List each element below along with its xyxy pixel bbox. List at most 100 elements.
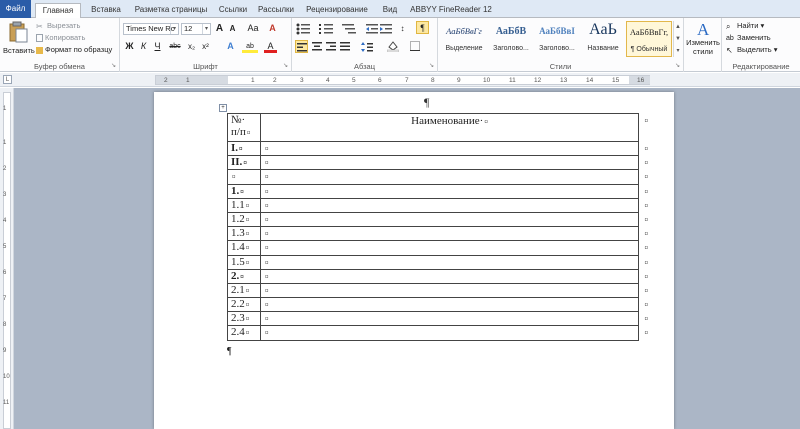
font-color-button[interactable]: A: [264, 40, 277, 53]
underline-button[interactable]: Ч: [151, 40, 164, 53]
align-right-icon[interactable]: [324, 40, 337, 53]
tab-mailings[interactable]: Рассылки: [254, 3, 298, 18]
ruler-number: 10: [483, 77, 491, 84]
replace-button[interactable]: ab Заменить: [726, 33, 771, 43]
justify-icon[interactable]: [338, 40, 351, 53]
tab-review[interactable]: Рецензирование: [300, 3, 374, 18]
document-page[interactable]: ¶ + №· п/п¤ Наименование·¤ ¤ I.¤ ¤ ¤ II.¤ ¤ ¤ ¤…: [154, 92, 674, 429]
paste-button[interactable]: Вставить: [3, 20, 35, 60]
cut-button[interactable]: ✂ Вырезать: [36, 21, 80, 31]
clipboard-group: Вставить ✂ Вырезать Копировать Формат по …: [0, 18, 120, 72]
row-number-cell[interactable]: 2.2¤: [227, 297, 261, 313]
increase-indent-icon[interactable]: [380, 23, 392, 35]
row-name-cell[interactable]: ¤ ¤: [260, 254, 648, 270]
ruler-number: 5: [352, 77, 356, 84]
header-num-cell[interactable]: №· п/п¤: [227, 113, 261, 142]
tab-abbyy[interactable]: ABBYY FineReader 12: [408, 3, 494, 18]
select-button[interactable]: ↖ Выделить ▾: [726, 45, 777, 55]
row-name-cell[interactable]: ¤ ¤: [260, 197, 648, 213]
row-name-cell[interactable]: ¤ ¤: [260, 268, 648, 284]
style-title[interactable]: АаЬ Название: [580, 21, 626, 57]
shading-icon[interactable]: [386, 40, 399, 53]
document-table[interactable]: №· п/п¤ Наименование·¤ ¤ I.¤ ¤ ¤ II.¤ ¤ ¤ ¤ ¤ ¤ 1.…: [227, 113, 648, 341]
row-name-cell[interactable]: ¤ ¤: [260, 211, 648, 228]
style-heading-1[interactable]: АаБбВ Заголово...: [488, 21, 534, 57]
font-launcher-icon[interactable]: ↘: [282, 63, 289, 70]
row-name-cell[interactable]: ¤ ¤: [260, 325, 648, 341]
line-spacing-icon[interactable]: [360, 40, 373, 53]
align-left-icon[interactable]: [295, 40, 308, 53]
row-name-cell[interactable]: ¤ ¤: [260, 297, 648, 313]
row-number-cell[interactable]: ¤: [227, 169, 261, 185]
row-name-cell[interactable]: ¤ ¤: [260, 155, 648, 171]
paragraph-launcher-icon[interactable]: ↘: [428, 63, 435, 70]
copy-button[interactable]: Копировать: [36, 33, 85, 43]
row-name-cell[interactable]: ¤ ¤: [260, 226, 648, 242]
change-styles-icon: A: [697, 20, 710, 38]
numbering-icon[interactable]: [319, 23, 337, 35]
row-number-cell[interactable]: II.¤: [227, 155, 261, 171]
table-row: 1.1¤ ¤ ¤: [227, 197, 648, 213]
row-number-cell[interactable]: 2.3¤: [227, 311, 261, 327]
clipboard-launcher-icon[interactable]: ↘: [110, 63, 117, 70]
horizontal-ruler[interactable]: L 1 2 1 2 3 4 5 6 7 8 9 10 11 12 13 14 1…: [0, 73, 800, 87]
ruler-number: 14: [586, 77, 594, 84]
row-number-cell[interactable]: 1.4¤: [227, 240, 261, 256]
clear-format-button[interactable]: A: [266, 22, 279, 35]
style-normal[interactable]: АаБбВвГг, ¶ Обычный: [626, 21, 672, 57]
paste-label: Вставить: [3, 46, 35, 55]
row-number-cell[interactable]: 1.5¤: [227, 254, 261, 270]
multilevel-list-icon[interactable]: [342, 23, 360, 35]
bold-button[interactable]: Ж: [123, 40, 136, 53]
align-center-icon[interactable]: [310, 40, 323, 53]
italic-button[interactable]: К: [137, 40, 150, 53]
find-button[interactable]: ⌕ Найти ▾: [726, 21, 764, 31]
show-formatting-button[interactable]: ¶: [416, 21, 429, 34]
table-move-handle-icon[interactable]: +: [219, 104, 227, 112]
row-name-cell[interactable]: ¤ ¤: [260, 183, 648, 199]
row-number-cell[interactable]: 1.2¤: [227, 211, 261, 228]
style-heading-2[interactable]: АаБбВвІ Заголово...: [534, 21, 580, 57]
change-styles-button[interactable]: A Изменить стили: [685, 20, 721, 60]
row-name-cell[interactable]: ¤ ¤: [260, 311, 648, 327]
change-case-button[interactable]: Aa: [244, 22, 262, 35]
grow-font-button[interactable]: A: [213, 22, 226, 35]
row-number-cell[interactable]: 1.1¤: [227, 197, 261, 213]
tab-page-layout[interactable]: Разметка страницы: [130, 3, 212, 18]
decrease-indent-icon[interactable]: [366, 23, 378, 35]
row-number-cell[interactable]: 2.4¤: [227, 325, 261, 341]
vertical-ruler[interactable]: 1 1 2 3 4 5 6 7 8 9 10 11: [0, 88, 14, 429]
row-name-cell[interactable]: ¤ ¤: [260, 240, 648, 256]
font-name-combo[interactable]: Times New Rc ▾: [123, 23, 179, 35]
gallery-scroll[interactable]: ▲ ▼ ▾: [673, 21, 682, 57]
styles-launcher-icon[interactable]: ↘: [674, 63, 681, 70]
tab-home[interactable]: Главная: [35, 3, 81, 19]
row-number-cell[interactable]: 2.1¤: [227, 282, 261, 299]
row-number-cell[interactable]: 2.¤: [227, 268, 261, 284]
highlight-button[interactable]: ab: [242, 40, 258, 53]
row-number-cell[interactable]: I.¤: [227, 140, 261, 157]
style-emphasis[interactable]: АаБбВвГг Выделение: [441, 21, 487, 57]
row-number-cell[interactable]: 1.¤: [227, 183, 261, 199]
strikethrough-button[interactable]: abc: [167, 40, 183, 53]
superscript-button[interactable]: x²: [199, 40, 212, 53]
row-name-cell[interactable]: ¤ ¤: [260, 140, 648, 157]
tab-view[interactable]: Вид: [378, 3, 402, 18]
row-number-cell[interactable]: 1.3¤: [227, 226, 261, 242]
tab-insert[interactable]: Вставка: [84, 3, 128, 18]
header-title-cell[interactable]: Наименование·¤ ¤: [260, 113, 648, 142]
sort-icon[interactable]: ↕: [396, 22, 409, 35]
subscript-button[interactable]: x₂: [185, 40, 198, 53]
row-name-cell[interactable]: ¤ ¤: [260, 282, 648, 299]
tab-references[interactable]: Ссылки: [214, 3, 252, 18]
row-name-cell[interactable]: ¤ ¤: [260, 169, 648, 185]
format-painter-button[interactable]: Формат по образцу: [36, 45, 112, 55]
tab-file[interactable]: Файл: [0, 0, 31, 18]
bullets-icon[interactable]: [296, 23, 314, 35]
chevron-down-icon: ▾: [202, 24, 210, 34]
text-effects-icon[interactable]: A: [224, 40, 237, 53]
shrink-font-button[interactable]: A: [226, 22, 239, 35]
borders-icon[interactable]: [408, 40, 421, 53]
font-size-combo[interactable]: 12 ▾: [181, 23, 211, 35]
tab-selector-icon[interactable]: L: [3, 75, 12, 84]
